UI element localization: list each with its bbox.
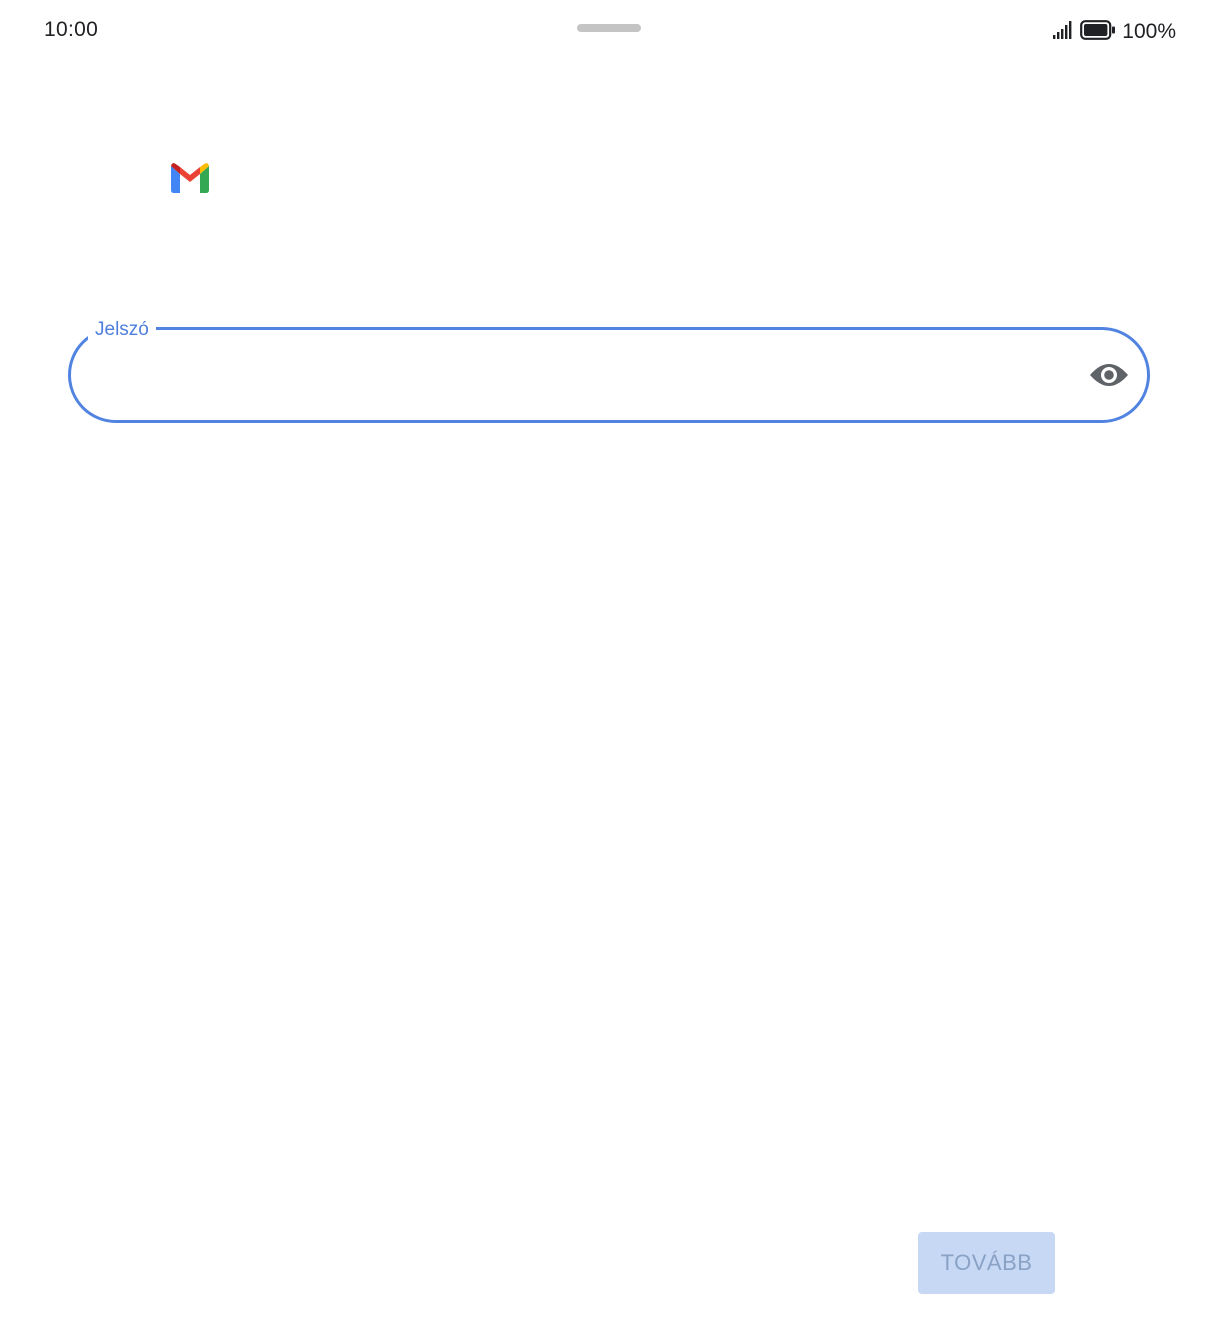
password-field-label: Jelszó	[88, 318, 156, 342]
gmail-logo	[171, 163, 209, 193]
login-screen: 10:00 100% Jelszó TOVÁBB	[0, 0, 1218, 1324]
status-time: 10:00	[44, 18, 99, 41]
next-button[interactable]: TOVÁBB	[918, 1232, 1055, 1294]
battery-percent: 100%	[1122, 20, 1176, 43]
battery-icon	[1080, 19, 1116, 45]
password-input[interactable]	[111, 350, 1075, 402]
status-indicators: 100%	[1052, 18, 1176, 46]
eye-icon[interactable]	[1088, 359, 1130, 391]
signal-icon	[1052, 20, 1074, 45]
drag-handle[interactable]	[577, 24, 641, 32]
password-field[interactable]	[68, 327, 1150, 423]
